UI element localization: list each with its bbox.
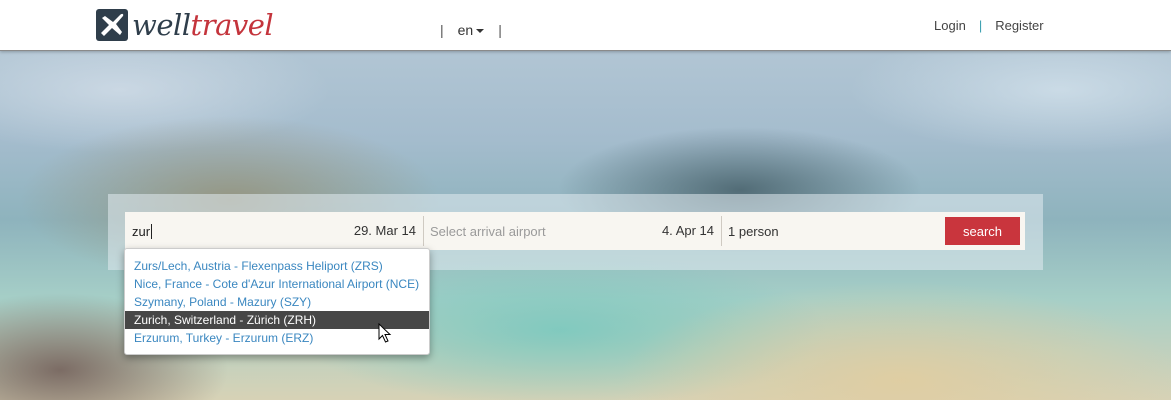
search-button[interactable]: search: [945, 217, 1020, 245]
autocomplete-option[interactable]: Zurs/Lech, Austria - Flexenpass Heliport…: [125, 257, 429, 275]
language-switcher: | en |: [440, 22, 502, 38]
passengers-field[interactable]: 1 person: [722, 216, 942, 246]
auth-separator: |: [978, 18, 983, 33]
passengers-value: 1 person: [728, 223, 779, 239]
register-link[interactable]: Register: [995, 18, 1043, 33]
departure-date[interactable]: 29. Mar 14: [354, 223, 416, 238]
text-cursor: [151, 223, 153, 239]
brand-logo[interactable]: welltravel: [95, 7, 274, 43]
auth-links: Login | Register: [934, 18, 1044, 33]
nav-separator: |: [440, 22, 444, 38]
autocomplete-option[interactable]: Szymany, Poland - Mazury (SZY): [125, 293, 429, 311]
brand-name-part1: well: [132, 8, 191, 42]
arrival-airport-placeholder: Select arrival airport: [430, 223, 546, 239]
departure-airport-field[interactable]: zur 29. Mar 14: [125, 216, 424, 246]
flight-search-bar: zur 29. Mar 14 Select arrival airport 4.…: [125, 212, 1025, 250]
brand-wordmark: welltravel: [132, 7, 274, 43]
mouse-pointer-icon: [378, 323, 392, 343]
language-dropdown[interactable]: en: [458, 22, 485, 38]
departure-input-value: zur: [132, 223, 151, 239]
nav-separator: |: [498, 22, 502, 38]
caret-down-icon: [476, 29, 485, 33]
airplane-logo-icon: [96, 9, 128, 41]
login-link[interactable]: Login: [934, 18, 966, 33]
autocomplete-option[interactable]: Nice, France - Cote d'Azur International…: [125, 275, 429, 293]
language-label: en: [457, 22, 474, 38]
return-date[interactable]: 4. Apr 14: [662, 223, 714, 238]
arrival-airport-field[interactable]: Select arrival airport 4. Apr 14: [424, 216, 722, 246]
top-navigation-bar: welltravel | en | Login | Register: [0, 0, 1171, 51]
brand-name-part2: travel: [190, 8, 274, 42]
